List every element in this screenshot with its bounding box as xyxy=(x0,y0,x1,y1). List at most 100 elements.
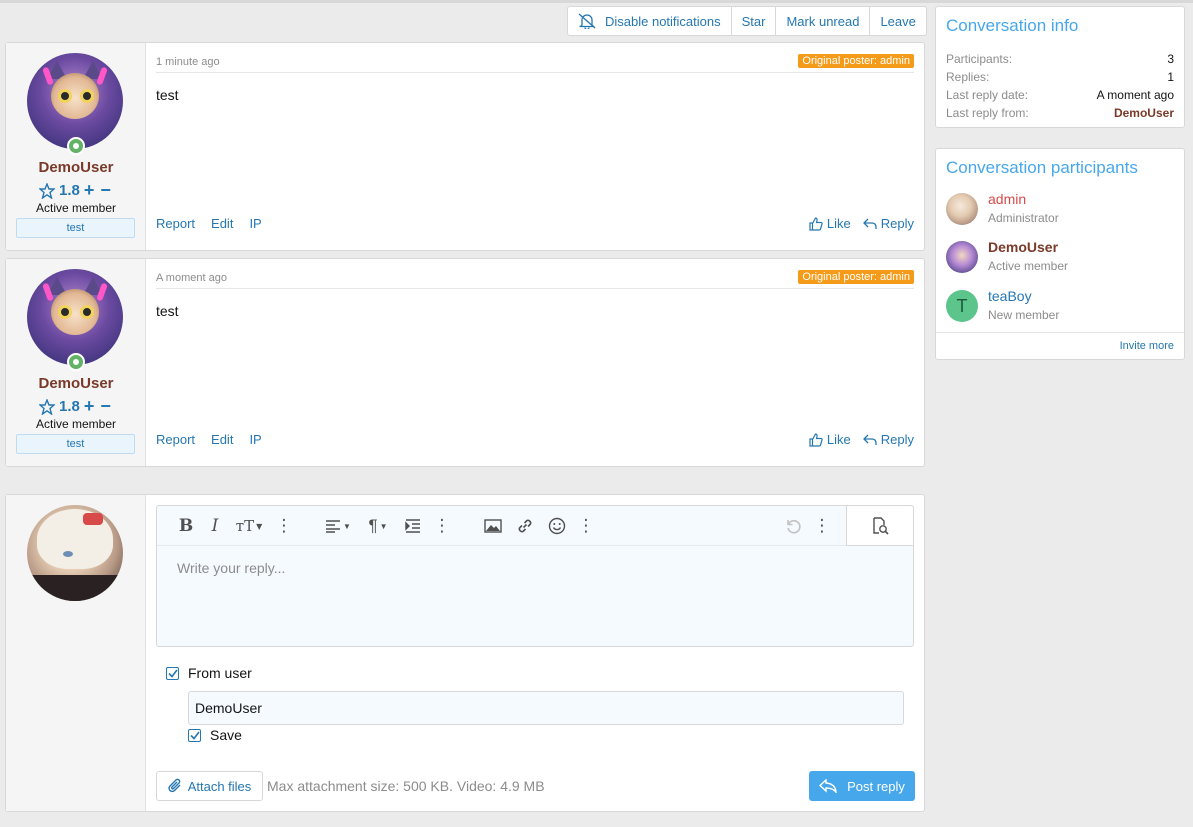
preview-button[interactable] xyxy=(846,505,914,546)
star-outline-icon xyxy=(39,182,56,199)
message: DemoUser 1.8 + − Active member test A mo… xyxy=(5,258,925,467)
more-insert-options-icon[interactable]: ⋮ xyxy=(578,516,595,536)
report-link[interactable]: Report xyxy=(156,432,195,447)
star-button[interactable]: Star xyxy=(730,7,776,35)
participant-name[interactable]: DemoUser xyxy=(988,239,1058,255)
info-row-last-reply-date: Last reply date: A moment ago xyxy=(946,88,1174,104)
link-icon[interactable] xyxy=(515,516,535,536)
more-options-icon[interactable]: ⋮ xyxy=(814,516,831,536)
mark-unread-button[interactable]: Mark unread xyxy=(775,7,869,35)
reply-arrow-icon xyxy=(819,779,837,793)
indent-icon[interactable] xyxy=(403,516,423,536)
avatar-initial: T xyxy=(956,295,968,316)
participant-item[interactable]: admin Administrator xyxy=(946,191,1174,231)
reply-user-cell xyxy=(6,495,146,811)
align-icon[interactable]: ▼ xyxy=(323,516,353,536)
editor-toolbar: B I тT ▼ ⋮ ▼ ¶ ▼ ⋮ ⋮ ⋮ xyxy=(157,505,914,546)
save-checkbox[interactable] xyxy=(188,729,201,742)
message-body: test xyxy=(156,303,179,319)
attach-files-label: Attach files xyxy=(187,778,252,794)
from-user-input[interactable]: DemoUser xyxy=(188,691,904,725)
conversation-actions: Disable notifications Star Mark unread L… xyxy=(567,6,927,36)
reply-button[interactable]: Reply xyxy=(862,216,914,231)
paperclip-icon xyxy=(168,778,181,793)
like-label: Like xyxy=(826,216,851,231)
message-body: test xyxy=(156,87,179,103)
like-label: Like xyxy=(826,432,851,447)
invite-more-link[interactable]: Invite more xyxy=(1120,340,1174,352)
top-shadow xyxy=(0,0,1193,3)
divider xyxy=(936,332,1184,333)
paragraph-icon[interactable]: ¶ ▼ xyxy=(363,516,393,536)
info-value: 3 xyxy=(1167,52,1174,66)
message-footer: Report Edit IP Like Reply xyxy=(156,432,914,452)
participant-role: Administrator xyxy=(988,211,1059,225)
participant-role: Active member xyxy=(988,259,1069,273)
post-reply-button[interactable]: Post reply xyxy=(809,771,915,801)
text-size-icon[interactable]: тT ▼ xyxy=(233,516,265,536)
message-footer: Report Edit IP Like Reply xyxy=(156,216,914,236)
attachment-limits: Max attachment size: 500 KB. Video: 4.9 … xyxy=(267,778,545,794)
undo-icon[interactable] xyxy=(783,516,803,536)
user-title: Active member xyxy=(35,201,117,215)
rate-plus-icon[interactable]: + xyxy=(84,396,97,417)
participant-item[interactable]: DemoUser Active member xyxy=(946,239,1174,279)
username[interactable]: DemoUser xyxy=(6,375,146,392)
reply-button[interactable]: Reply xyxy=(862,432,914,447)
info-key: Replies: xyxy=(946,70,990,84)
quick-reply: B I тT ▼ ⋮ ▼ ¶ ▼ ⋮ ⋮ ⋮ Write your reply.… xyxy=(5,494,925,812)
message: DemoUser 1.8 + − Active member test 1 mi… xyxy=(5,42,925,251)
edit-link[interactable]: Edit xyxy=(211,432,233,447)
user-banner: test xyxy=(16,218,135,238)
edit-link[interactable]: Edit xyxy=(211,216,233,231)
more-text-options-icon[interactable]: ⋮ xyxy=(276,516,293,536)
reply-editor[interactable]: B I тT ▼ ⋮ ▼ ¶ ▼ ⋮ ⋮ ⋮ Write your reply.… xyxy=(156,505,914,647)
like-button[interactable]: Like xyxy=(809,216,851,231)
like-button[interactable]: Like xyxy=(809,432,851,447)
reply-icon xyxy=(862,218,877,229)
online-status-icon xyxy=(67,137,85,155)
bold-icon[interactable]: B xyxy=(177,516,195,536)
avatar[interactable] xyxy=(27,53,123,149)
attach-files-button[interactable]: Attach files xyxy=(156,771,263,801)
rate-plus-icon[interactable]: + xyxy=(84,180,97,201)
reply-icon xyxy=(862,434,877,445)
username[interactable]: DemoUser xyxy=(6,159,146,176)
avatar[interactable] xyxy=(946,241,978,273)
ip-link[interactable]: IP xyxy=(249,432,261,447)
image-icon[interactable] xyxy=(483,516,503,536)
avatar xyxy=(27,505,123,601)
participant-name[interactable]: teaBoy xyxy=(988,288,1032,304)
leave-button[interactable]: Leave xyxy=(869,7,925,35)
from-user-checkbox[interactable] xyxy=(166,667,179,680)
disable-notifications-button[interactable]: Disable notifications xyxy=(568,7,731,35)
rate-minus-icon[interactable]: − xyxy=(100,396,113,417)
message-time[interactable]: 1 minute ago xyxy=(156,56,220,68)
preview-icon xyxy=(873,516,889,535)
italic-icon[interactable]: I xyxy=(207,516,223,536)
op-badge: Original poster: admin xyxy=(798,54,914,68)
info-value-user-link[interactable]: DemoUser xyxy=(1114,106,1174,120)
smile-icon[interactable] xyxy=(547,516,567,536)
online-status-icon xyxy=(67,353,85,371)
disable-notifications-label: Disable notifications xyxy=(605,13,721,29)
more-paragraph-options-icon[interactable]: ⋮ xyxy=(434,516,451,536)
op-badge: Original poster: admin xyxy=(798,270,914,284)
message-time[interactable]: A moment ago xyxy=(156,272,227,284)
message-user-cell: DemoUser 1.8 + − Active member test xyxy=(6,43,146,250)
info-key: Last reply from: xyxy=(946,106,1029,120)
avatar[interactable]: T xyxy=(946,290,978,322)
report-link[interactable]: Report xyxy=(156,216,195,231)
avatar[interactable] xyxy=(27,269,123,365)
conversation-participants-block: Conversation participants admin Administ… xyxy=(935,148,1185,360)
participant-name[interactable]: admin xyxy=(988,191,1026,207)
avatar[interactable] xyxy=(946,193,978,225)
conversation-info-block: Conversation info Participants: 3 Replie… xyxy=(935,6,1185,128)
participants-title: Conversation participants xyxy=(946,158,1138,177)
leave-label: Leave xyxy=(880,13,916,29)
star-label: Star xyxy=(741,13,766,29)
participant-item[interactable]: T teaBoy New member xyxy=(946,288,1174,328)
ip-link[interactable]: IP xyxy=(249,216,261,231)
rate-minus-icon[interactable]: − xyxy=(100,180,113,201)
conversation-info-title: Conversation info xyxy=(946,16,1079,35)
